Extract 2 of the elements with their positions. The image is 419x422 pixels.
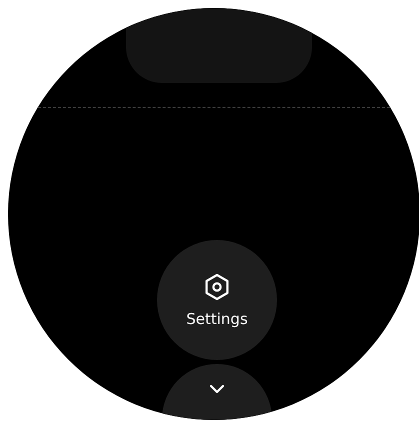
settings-button[interactable]: Settings xyxy=(157,240,277,360)
chevron-down-icon xyxy=(209,384,225,394)
